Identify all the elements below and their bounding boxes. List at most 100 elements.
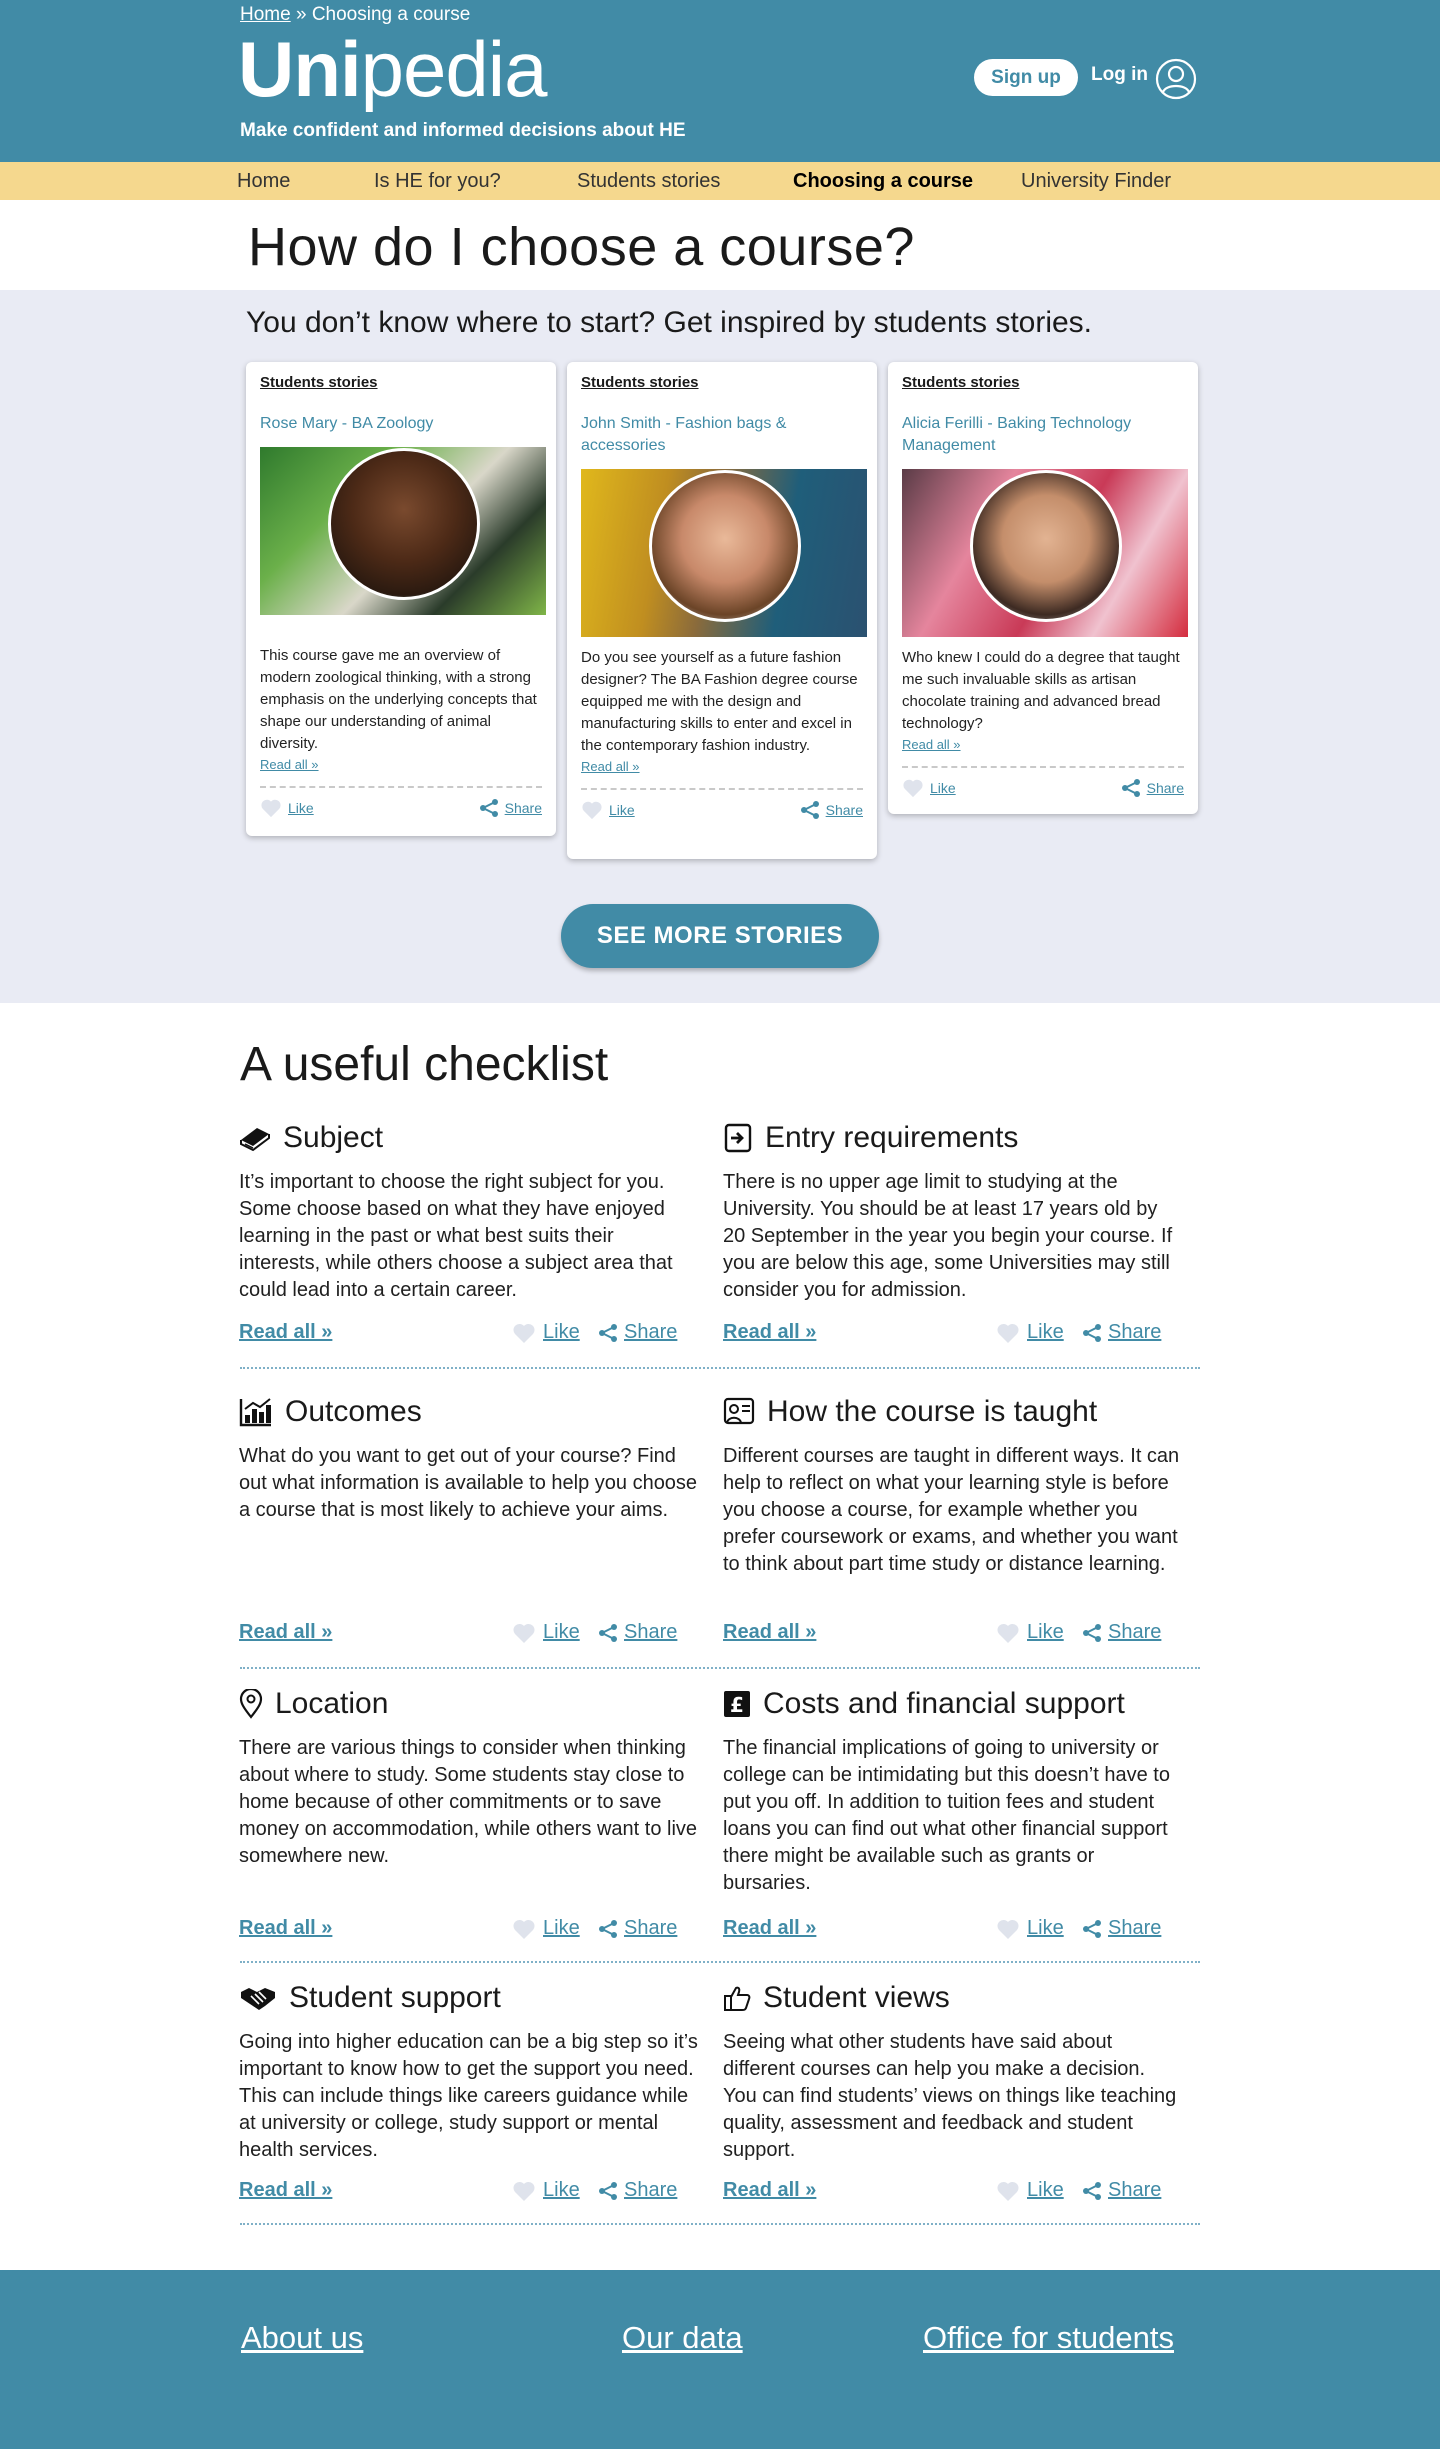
checklist-item-title: Costs and financial support — [763, 1687, 1125, 1720]
story-card-image — [581, 469, 867, 637]
story-read-all-link[interactable]: Read all » — [902, 737, 961, 752]
share-label: Share — [1108, 2179, 1162, 2201]
checklist-item-title: Subject — [283, 1121, 384, 1154]
read-all-link[interactable]: Read all » — [239, 1621, 332, 1644]
like-label: Like — [543, 1917, 580, 1939]
story-read-all-link[interactable]: Read all » — [581, 759, 640, 774]
nav-item-choosing-a-course[interactable]: Choosing a course — [793, 170, 973, 193]
like-label: Like — [1027, 2179, 1064, 2201]
checklist-item-actions: Read all » Like Share — [239, 1321, 679, 1344]
stories-section: You don’t know where to start? Get inspi… — [0, 290, 1440, 1003]
like-label: Like — [288, 800, 314, 816]
nav-item-home[interactable]: Home — [237, 170, 290, 193]
checklist-item-title: Location — [275, 1687, 389, 1720]
story-card-tag[interactable]: Students stories — [902, 374, 1184, 391]
signup-button[interactable]: Sign up — [974, 59, 1078, 96]
story-card-text: This course gave me an overview of moder… — [260, 647, 537, 752]
like-button[interactable]: Like — [511, 1621, 580, 1644]
read-all-link[interactable]: Read all » — [239, 1917, 332, 1940]
share-label: Share — [624, 1917, 678, 1939]
story-read-all-link[interactable]: Read all » — [260, 757, 319, 772]
student-photo — [328, 448, 480, 600]
share-button[interactable]: Share — [800, 800, 863, 820]
checklist-item-text: Going into higher education can be a big… — [239, 2031, 698, 2161]
share-icon — [1083, 1623, 1101, 1642]
read-all-link[interactable]: Read all » — [239, 2179, 332, 2202]
checklist-item-title: How the course is taught — [767, 1395, 1098, 1428]
like-button[interactable]: Like — [902, 778, 956, 798]
like-button[interactable]: Like — [995, 1321, 1064, 1344]
share-button[interactable]: Share — [598, 1321, 677, 1344]
like-button[interactable]: Like — [511, 1321, 580, 1344]
read-all-link[interactable]: Read all » — [723, 1621, 816, 1644]
checklist-item-location: Location There are various things to con… — [239, 1687, 699, 1870]
read-all-link[interactable]: Read all » — [723, 1321, 816, 1344]
like-button[interactable]: Like — [511, 2179, 580, 2202]
like-button[interactable]: Like — [260, 798, 314, 818]
like-button[interactable]: Like — [581, 800, 635, 820]
breadcrumb-separator: » — [295, 4, 307, 25]
thumbs-up-icon — [724, 1986, 751, 2011]
heart-icon — [513, 2181, 535, 2201]
checklist-item-actions: Read all » Like Share — [723, 2179, 1163, 2202]
see-more-stories-button[interactable]: SEE MORE STORIES — [561, 904, 879, 968]
read-all-link[interactable]: Read all » — [239, 1321, 332, 1344]
footer-link-about-us[interactable]: About us — [241, 2320, 363, 2356]
heart-icon — [513, 1323, 535, 1343]
share-button[interactable]: Share — [598, 2179, 677, 2202]
checklist-item-title: Entry requirements — [765, 1121, 1019, 1154]
share-icon — [599, 1919, 617, 1938]
nav-item-university-finder[interactable]: University Finder — [1021, 170, 1171, 193]
like-button[interactable]: Like — [511, 1917, 580, 1940]
checklist-item-title: Student support — [289, 1981, 501, 2014]
checklist-item-actions: Read all » Like Share — [723, 1621, 1163, 1644]
story-card-name[interactable]: Rose Mary - BA Zoology — [260, 413, 542, 435]
footer-link-our-data[interactable]: Our data — [622, 2320, 743, 2356]
story-card-name[interactable]: Alicia Ferilli - Baking Technology Manag… — [902, 413, 1184, 457]
title-band: How do I choose a course? — [0, 200, 1440, 290]
story-card-tag[interactable]: Students stories — [581, 374, 863, 391]
heart-icon — [997, 1323, 1019, 1343]
share-button[interactable]: Share — [1082, 1321, 1161, 1344]
site-logo[interactable]: Unipedia — [238, 30, 548, 108]
share-button[interactable]: Share — [1121, 778, 1184, 798]
share-label: Share — [1146, 780, 1184, 796]
student-photo — [649, 470, 801, 622]
share-button[interactable]: Share — [598, 1621, 677, 1644]
share-button[interactable]: Share — [1082, 1621, 1161, 1644]
story-card-tag[interactable]: Students stories — [260, 374, 542, 391]
share-button[interactable]: Share — [1082, 1917, 1161, 1940]
svg-text:£: £ — [730, 1693, 744, 1717]
story-card-name[interactable]: John Smith - Fashion bags & accessories — [581, 413, 863, 457]
heart-icon — [997, 2181, 1019, 2201]
share-button[interactable]: Share — [479, 798, 542, 818]
like-label: Like — [1027, 1917, 1064, 1939]
story-card: Students stories Alicia Ferilli - Baking… — [888, 362, 1198, 814]
read-all-link[interactable]: Read all » — [723, 1917, 816, 1940]
share-button[interactable]: Share — [598, 1917, 677, 1940]
tagline: Make confident and informed decisions ab… — [240, 120, 686, 141]
story-card-text: Do you see yourself as a future fashion … — [581, 649, 858, 754]
login-link[interactable]: Log in — [1091, 64, 1148, 86]
share-button[interactable]: Share — [1082, 2179, 1161, 2202]
checklist-item-text: What do you want to get out of your cour… — [239, 1445, 698, 1521]
breadcrumb-home-link[interactable]: Home — [240, 4, 291, 25]
like-button[interactable]: Like — [995, 1917, 1064, 1940]
checklist-item-actions: Read all » Like Share — [723, 1321, 1163, 1344]
nav-item-is-he-for-you[interactable]: Is HE for you? — [374, 170, 501, 193]
story-card: Students stories John Smith - Fashion ba… — [567, 362, 877, 859]
checklist-item-text: The financial implications of going to u… — [723, 1737, 1170, 1894]
nav-item-students-stories[interactable]: Students stories — [577, 170, 720, 193]
checklist-item-text: There is no upper age limit to studying … — [723, 1171, 1173, 1301]
read-all-link[interactable]: Read all » — [723, 2179, 816, 2202]
logo-light: pedia — [360, 25, 548, 113]
like-button[interactable]: Like — [995, 1621, 1064, 1644]
checklist-item-text: Different courses are taught in differen… — [723, 1445, 1180, 1575]
entry-icon — [724, 1123, 752, 1153]
checklist-title: A useful checklist — [240, 1038, 609, 1091]
divider — [240, 2223, 1200, 2225]
like-button[interactable]: Like — [995, 2179, 1064, 2202]
footer-link-office-for-students[interactable]: Office for students — [923, 2320, 1174, 2356]
user-account-icon[interactable] — [1155, 58, 1197, 100]
share-label: Share — [825, 802, 863, 818]
